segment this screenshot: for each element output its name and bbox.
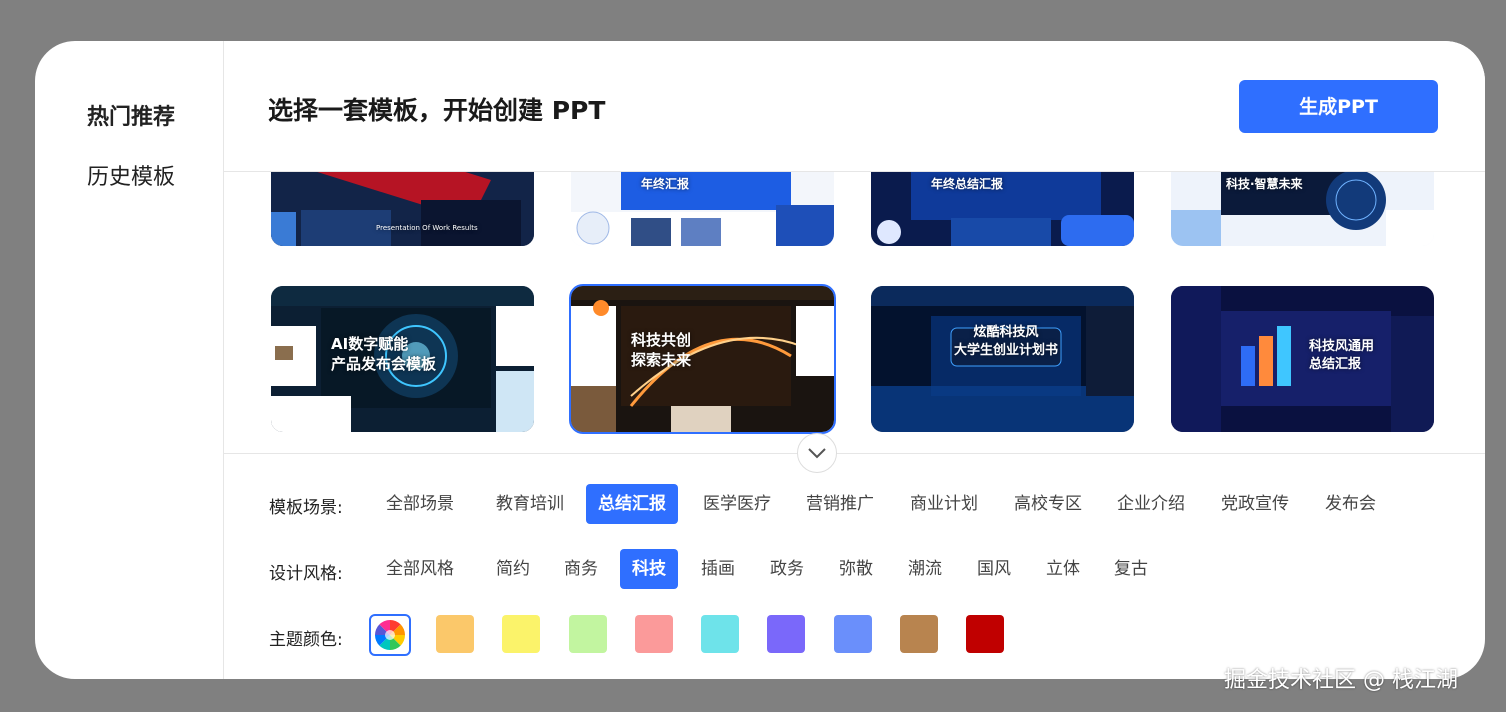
- style-chip[interactable]: 简约: [484, 549, 542, 589]
- color-swatch-cyan[interactable]: [701, 615, 739, 653]
- color-swatch-yellow[interactable]: [502, 615, 540, 653]
- style-chip[interactable]: 弥散: [827, 549, 885, 589]
- style-chip[interactable]: 商务: [552, 549, 610, 589]
- page-title: 选择一套模板，开始创建 PPT: [268, 96, 606, 125]
- color-filter-label: 主题颜色:: [269, 630, 343, 650]
- thumb-caption: 年终总结汇报: [931, 177, 1004, 191]
- color-swatch-orange[interactable]: [436, 615, 474, 653]
- template-card-selected[interactable]: 科技共创 探索未来: [569, 284, 836, 434]
- watermark: 掘金技术社区 @ 栈江湖: [1224, 668, 1458, 693]
- thumb-caption: Presentation Of Work Results: [376, 224, 478, 232]
- style-filter-label: 设计风格:: [269, 564, 343, 584]
- style-chip[interactable]: 全部风格: [374, 549, 466, 589]
- style-chip[interactable]: 插画: [689, 549, 747, 589]
- color-swatch-brown[interactable]: [900, 615, 938, 653]
- thumb-title: 科技风通用 总结汇报: [1309, 339, 1375, 372]
- main-panel: 选择一套模板，开始创建 PPT 生成PPT Presentation Of Wo…: [224, 41, 1485, 679]
- sidebar-item-history[interactable]: 历史模板: [87, 159, 175, 191]
- thumb-title: 科技共创 探索未来: [631, 331, 692, 369]
- template-thumbnail: [1171, 286, 1434, 432]
- expand-button[interactable]: [797, 433, 837, 473]
- scene-filter-label: 模板场景:: [269, 498, 343, 518]
- dialog-header: 选择一套模板，开始创建 PPT 生成PPT: [224, 41, 1485, 172]
- scene-chip-selected[interactable]: 总结汇报: [586, 484, 678, 524]
- color-swatch-purple[interactable]: [767, 615, 805, 653]
- scene-chip[interactable]: 全部场景: [374, 484, 466, 524]
- template-card[interactable]: AI数字赋能 产品发布会模板: [271, 286, 534, 432]
- scene-chip[interactable]: 医学医疗: [691, 484, 783, 524]
- style-chip-selected[interactable]: 科技: [620, 549, 678, 589]
- generate-ppt-button[interactable]: 生成PPT: [1239, 80, 1438, 133]
- thumb-title: 炫酷科技风 大学生创业计划书: [953, 325, 1058, 358]
- template-card[interactable]: 炫酷科技风 大学生创业计划书: [871, 286, 1134, 432]
- template-dialog: 热门推荐 历史模板 选择一套模板，开始创建 PPT 生成PPT Presenta…: [35, 41, 1485, 679]
- template-card[interactable]: Presentation Of Work Results: [271, 172, 534, 246]
- style-chip[interactable]: 复古: [1102, 549, 1160, 589]
- sidebar: 热门推荐 历史模板: [35, 41, 224, 679]
- color-swatch-pink[interactable]: [635, 615, 673, 653]
- template-thumbnail: [271, 172, 534, 246]
- scene-chip[interactable]: 党政宣传: [1209, 484, 1301, 524]
- thumb-caption: 科技·智慧未来: [1226, 177, 1303, 191]
- scene-chip[interactable]: 企业介绍: [1105, 484, 1197, 524]
- sidebar-item-hot[interactable]: 热门推荐: [87, 99, 175, 131]
- filter-panel: 模板场景: 全部场景 教育培训 总结汇报 医学医疗 营销推广 商业计划 高校专区…: [224, 433, 1485, 679]
- scene-chip[interactable]: 商业计划: [898, 484, 990, 524]
- template-gallery[interactable]: Presentation Of Work Results 年终汇报 年终总结汇报…: [224, 172, 1485, 452]
- style-chip[interactable]: 政务: [758, 549, 816, 589]
- scene-chip[interactable]: 教育培训: [484, 484, 576, 524]
- style-chip[interactable]: 国风: [965, 549, 1023, 589]
- template-thumbnail: [571, 172, 834, 246]
- color-wheel-swatch[interactable]: [369, 614, 411, 656]
- color-swatch-blue[interactable]: [834, 615, 872, 653]
- template-card[interactable]: 年终汇报: [571, 172, 834, 246]
- thumb-caption: 年终汇报: [641, 177, 690, 191]
- color-swatch-green[interactable]: [569, 615, 607, 653]
- template-card[interactable]: 科技·智慧未来: [1171, 172, 1434, 246]
- style-chip[interactable]: 立体: [1034, 549, 1092, 589]
- color-swatch-red[interactable]: [966, 615, 1004, 653]
- style-chip[interactable]: 潮流: [896, 549, 954, 589]
- template-thumbnail: [571, 286, 834, 432]
- scene-chip[interactable]: 营销推广: [794, 484, 886, 524]
- scene-chip[interactable]: 发布会: [1313, 484, 1388, 524]
- template-card[interactable]: 年终总结汇报: [871, 172, 1134, 246]
- color-wheel-icon: [375, 620, 405, 650]
- template-card[interactable]: 科技风通用 总结汇报: [1171, 286, 1434, 432]
- scene-chip[interactable]: 高校专区: [1002, 484, 1094, 524]
- thumb-title: AI数字赋能 产品发布会模板: [331, 335, 437, 373]
- chevron-down-icon: [807, 444, 827, 463]
